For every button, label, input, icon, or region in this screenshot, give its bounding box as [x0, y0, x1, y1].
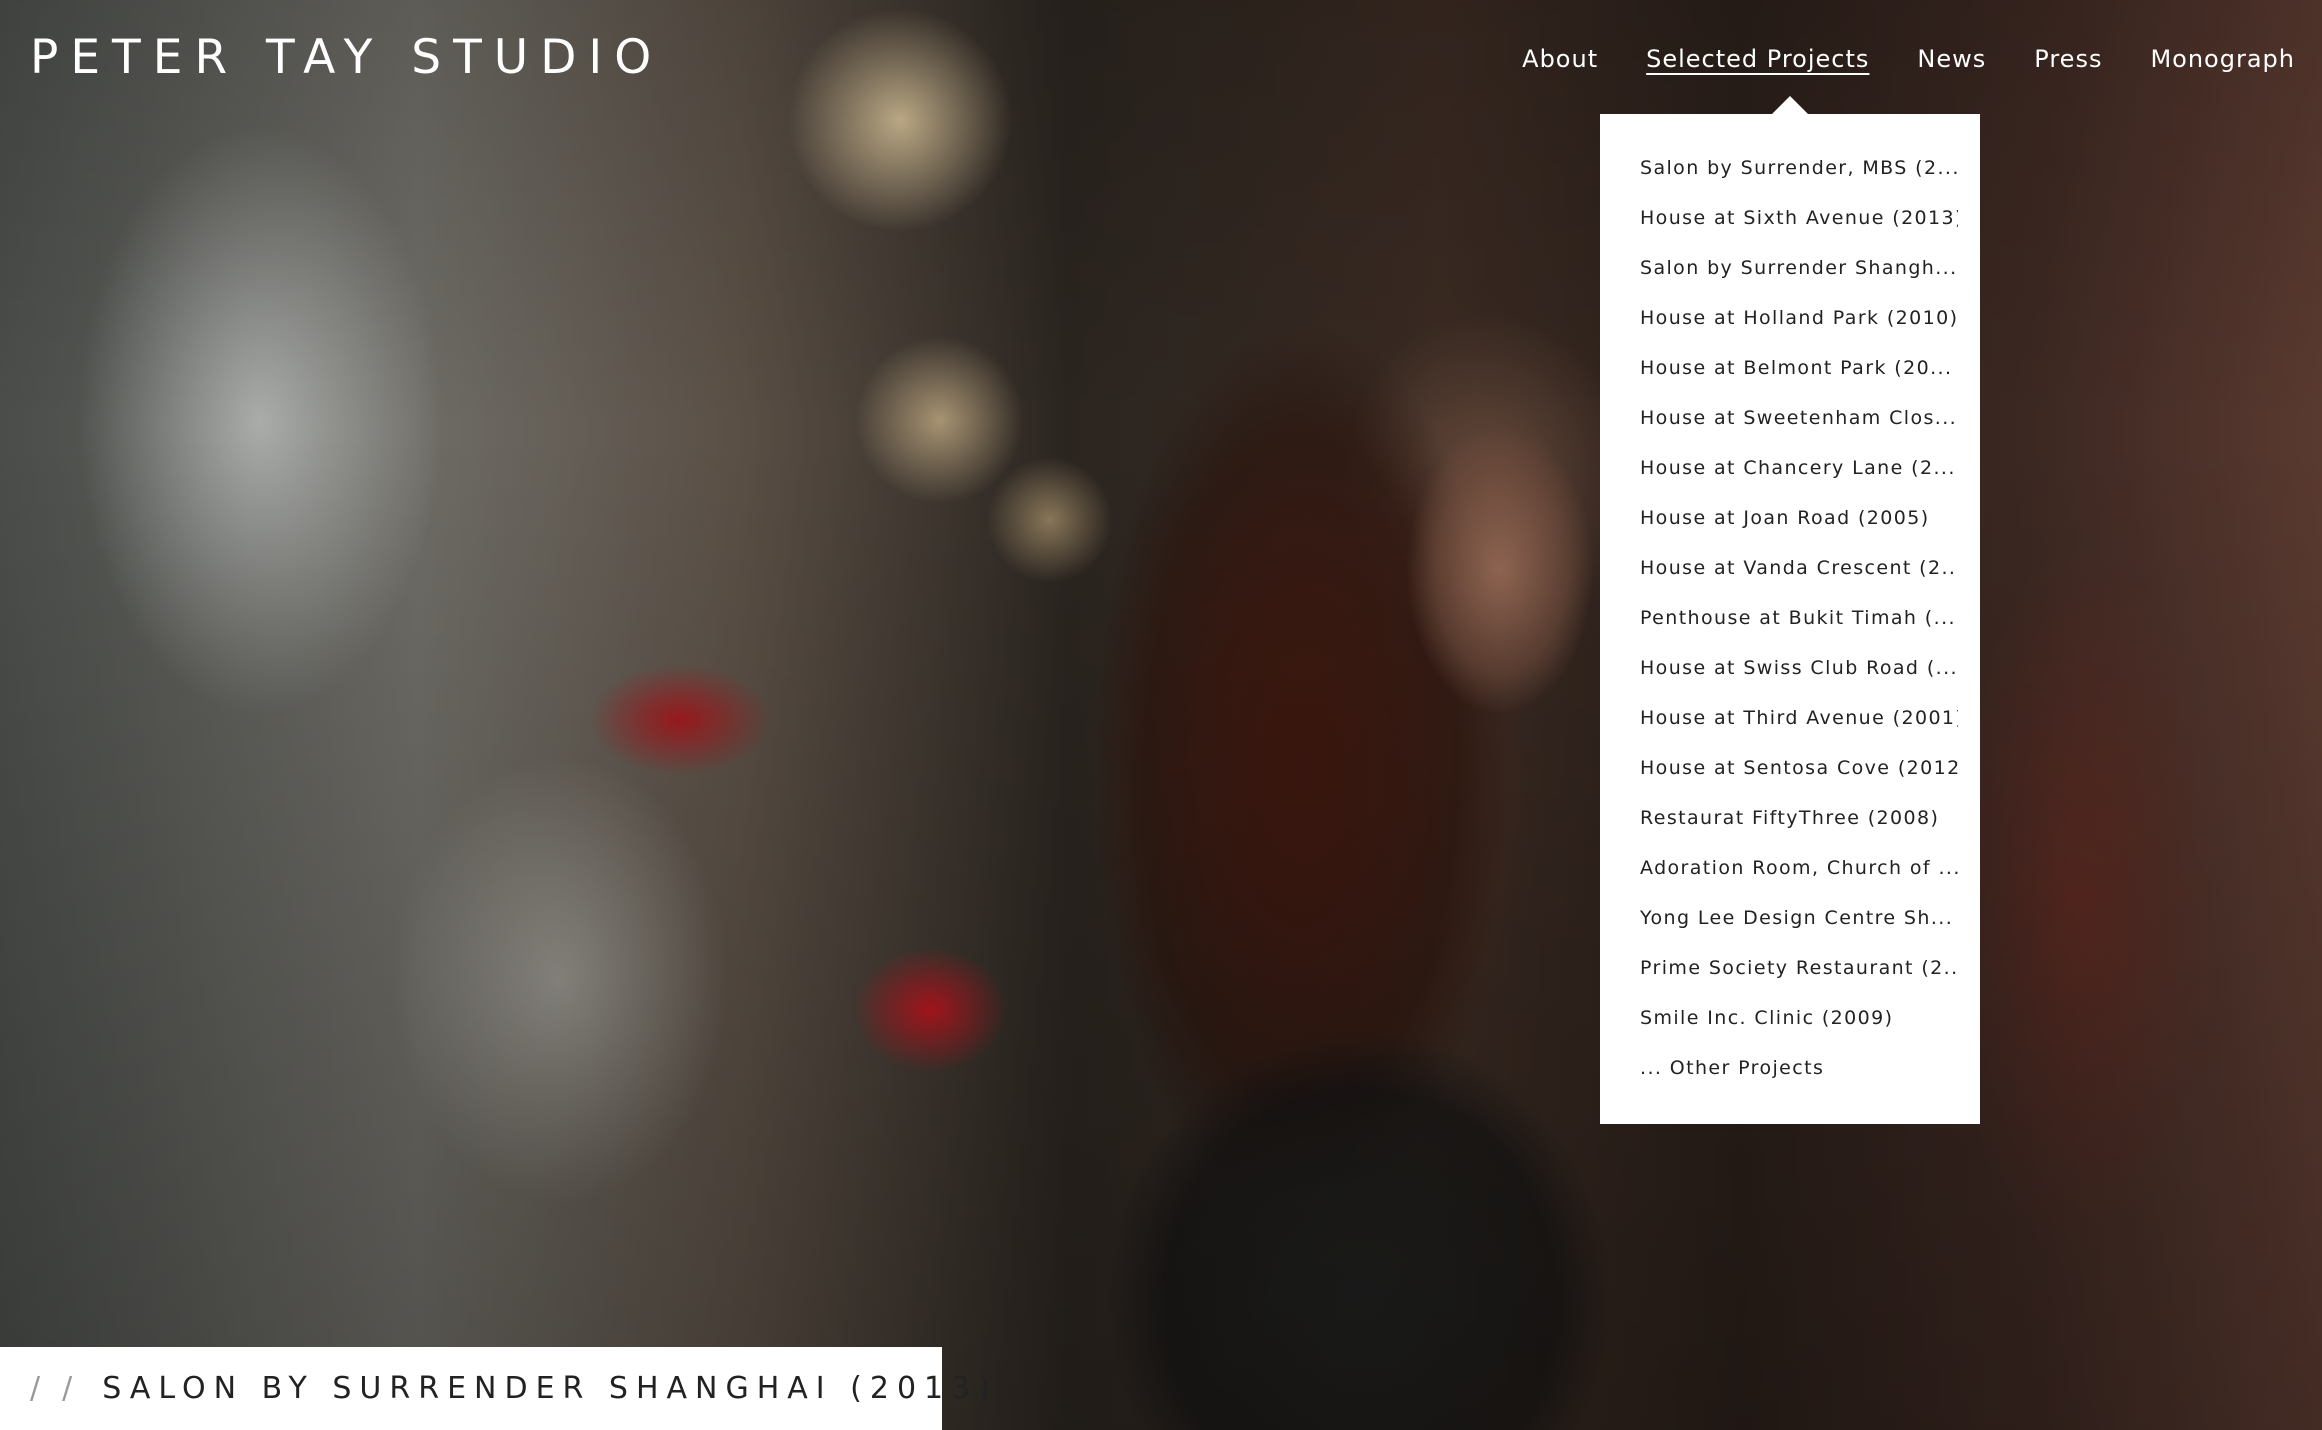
project-link[interactable]: Prime Society Restaurant (2... — [1640, 956, 1958, 1006]
nav-item-press[interactable]: Press — [2034, 45, 2102, 73]
project-link[interactable]: Yong Lee Design Centre Sh... — [1640, 906, 1958, 956]
nav-item-monograph[interactable]: Monograph — [2150, 45, 2295, 73]
project-link[interactable]: House at Third Avenue (2001) — [1640, 706, 1958, 756]
project-link[interactable]: Penthouse at Bukit Timah (... — [1640, 606, 1958, 656]
project-link[interactable]: Adoration Room, Church of ... — [1640, 856, 1958, 906]
project-link[interactable]: House at Holland Park (2010) — [1640, 306, 1958, 356]
project-link[interactable]: House at Sixth Avenue (2013) — [1640, 206, 1958, 256]
project-title: SALON BY SURRENDER SHANGHAI (2013) — [102, 1371, 998, 1406]
breadcrumb-separator[interactable]: / — [62, 1371, 72, 1406]
project-link[interactable]: House at Belmont Park (20... — [1640, 356, 1958, 406]
nav-item-selected-projects[interactable]: Selected Projects — [1646, 45, 1869, 73]
other-projects-link[interactable]: ... Other Projects — [1640, 1056, 1958, 1106]
site-logo[interactable]: PETER TAY STUDIO — [30, 30, 663, 85]
main-nav: About Selected Projects News Press Monog… — [1522, 45, 2295, 73]
project-link[interactable]: House at Sweetenham Clos... — [1640, 406, 1958, 456]
project-link[interactable]: Salon by Surrender Shangh... — [1640, 256, 1958, 306]
project-link[interactable]: House at Chancery Lane (2... — [1640, 456, 1958, 506]
project-link[interactable]: Smile Inc. Clinic (2009) — [1640, 1006, 1958, 1056]
project-link[interactable]: House at Vanda Crescent (2... — [1640, 556, 1958, 606]
nav-item-about[interactable]: About — [1522, 45, 1598, 73]
nav-item-news[interactable]: News — [1917, 45, 1986, 73]
projects-dropdown-menu: Salon by Surrender, MBS (2... House at S… — [1600, 96, 1980, 1124]
project-link[interactable]: House at Swiss Club Road (... — [1640, 656, 1958, 706]
project-caption-bar: / / SALON BY SURRENDER SHANGHAI (2013) — [0, 1347, 990, 1430]
project-link[interactable]: Restaurat FiftyThree (2008) — [1640, 806, 1958, 856]
project-link[interactable]: Salon by Surrender, MBS (2... — [1640, 156, 1958, 206]
project-link[interactable]: House at Joan Road (2005) — [1640, 506, 1958, 556]
projects-list: Salon by Surrender, MBS (2... House at S… — [1640, 156, 1980, 1106]
project-link[interactable]: House at Sentosa Cove (2012) — [1640, 756, 1958, 806]
breadcrumb-separator[interactable]: / — [30, 1371, 40, 1406]
